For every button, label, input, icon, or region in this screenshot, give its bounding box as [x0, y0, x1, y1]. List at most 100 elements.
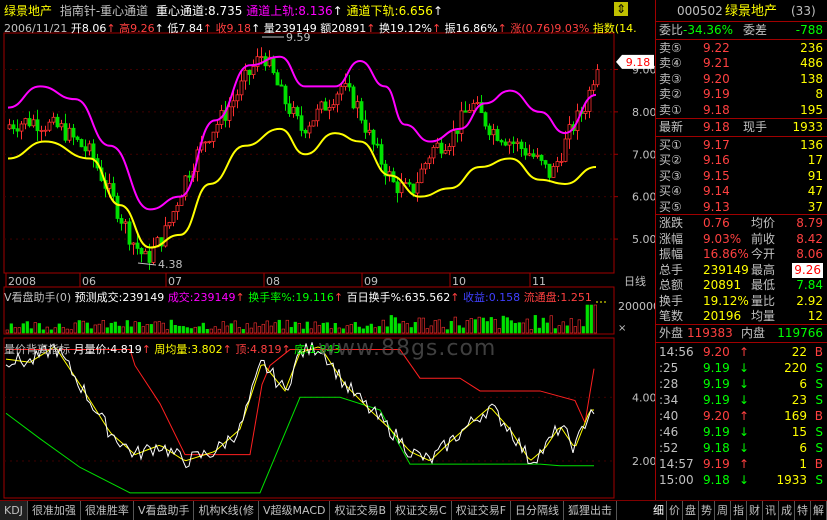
stat-label: 振幅: [659, 247, 684, 261]
tab-10[interactable]: 狐狸出击: [564, 501, 618, 520]
volume-bar: [121, 326, 125, 334]
volume-bar: [269, 325, 273, 334]
volume-bar: [589, 304, 593, 334]
tick-vol: 22: [791, 345, 807, 359]
indicator-weekly: 周均量:3.802: [154, 343, 223, 356]
volume-bar: [437, 319, 441, 334]
candle-body: [131, 242, 136, 245]
ask-vol: 8: [815, 87, 823, 102]
stat-value: 19.12%: [703, 293, 749, 308]
tab-4[interactable]: 机构K线(修: [194, 501, 259, 520]
volume-bar: [573, 326, 577, 334]
stat-label: 前收: [751, 231, 776, 246]
tick-side: B: [814, 409, 823, 423]
candle-body: [203, 141, 208, 144]
volume-bar: [97, 323, 101, 334]
tab-0[interactable]: KDJ: [0, 501, 28, 520]
candle-body: [471, 103, 476, 111]
scroll-icon[interactable]: ⇕: [614, 2, 628, 16]
tab-8[interactable]: 权证交易F: [452, 501, 512, 520]
tick-price: 9.19: [703, 361, 730, 375]
volume-bar: [441, 326, 445, 334]
trade-tick-row: :25 9.19 ↓ 220 S: [655, 361, 827, 376]
volume-hundred-day: 百日换手%:635.562: [346, 291, 451, 304]
right-tab-5[interactable]: 指: [731, 501, 747, 520]
tab-1[interactable]: 很准加强: [28, 501, 81, 520]
volume-bar: [521, 322, 525, 334]
ask-label: 卖②: [659, 87, 682, 102]
stat-value: 2.92: [796, 293, 823, 308]
tab-5[interactable]: V超级MACD: [259, 501, 331, 520]
volume-bar: [193, 326, 197, 334]
tick-arrow-icon: ↓: [739, 473, 750, 487]
volume-bar: [113, 321, 117, 334]
stat-label: 笔数: [659, 309, 684, 323]
candle-body: [275, 72, 280, 86]
right-tab-2[interactable]: 盘: [683, 501, 699, 520]
bid-row: 买① 9.17 136: [655, 138, 827, 153]
outer-value: 119383: [687, 326, 733, 340]
volume-bar: [557, 325, 561, 334]
tick-side: S: [815, 377, 823, 391]
volume-bar: [321, 322, 325, 334]
tab-6[interactable]: 权证交易B: [330, 501, 392, 520]
chart-area[interactable]: 9.008.007.006.005.009.594.389.182008 06 07…: [0, 0, 655, 500]
right-tab-0[interactable]: 细: [651, 501, 667, 520]
volume-bar: [29, 328, 33, 334]
current-price-label: 9.18: [626, 56, 651, 69]
candle-body: [591, 84, 596, 91]
candle-body: [271, 56, 276, 74]
tab-9[interactable]: 日分隔线: [511, 501, 565, 520]
indicator-panel-frame: [3, 337, 615, 499]
right-tab-3[interactable]: 势: [699, 501, 715, 520]
trade-tick-row: :40 9.20 ↑ 169 B: [655, 409, 827, 424]
candle-body: [523, 148, 528, 156]
stat-value: 9.26: [792, 262, 823, 278]
volume-bar: [377, 326, 381, 334]
right-tab-8[interactable]: 成: [779, 501, 795, 520]
tick-time: 14:56: [659, 345, 694, 359]
ask-label: 卖⑤: [659, 41, 682, 55]
volume-bar: [197, 326, 201, 334]
trade-tick-row: 14:57 9.19 ↑ 1 B: [655, 457, 827, 472]
right-tab-10[interactable]: 解: [811, 501, 827, 520]
right-tab-1[interactable]: 价: [667, 501, 683, 520]
candle-body: [395, 181, 400, 194]
bid-label: 买①: [659, 138, 682, 152]
candle-body: [167, 222, 172, 227]
volume-bar: [69, 329, 73, 334]
candle-body: [379, 144, 384, 165]
ask-vol: 236: [800, 41, 823, 55]
volume-bar: [249, 327, 253, 334]
volume-bar: [453, 316, 457, 334]
candle-body: [127, 221, 132, 245]
outer-inner-row: 外盘 119383 内盘 119766: [659, 326, 823, 340]
stat-label: 今开: [751, 247, 776, 261]
quote-amount: 额20891: [320, 22, 367, 35]
tick-vol: 23: [791, 393, 807, 407]
volume-bar: [465, 320, 469, 334]
volume-bar: [185, 327, 189, 334]
tick-price: 9.18: [703, 473, 730, 487]
tab-2[interactable]: 很准胜率: [81, 501, 134, 520]
right-tab-7[interactable]: 讯: [763, 501, 779, 520]
volume-bar: [469, 318, 473, 334]
stat-row: 总额 20891 最低 7.84: [655, 278, 827, 293]
tab-7[interactable]: 权证交易C: [391, 501, 452, 520]
upper-band: 通道上轨:8.136: [246, 4, 333, 18]
tab-3[interactable]: V看盘助手: [134, 501, 195, 520]
volume-bar: [517, 322, 521, 334]
candle-body: [55, 116, 60, 128]
right-tab-6[interactable]: 财: [747, 501, 763, 520]
candle-body: [15, 128, 20, 132]
right-tab-9[interactable]: 特: [795, 501, 811, 520]
volume-bar: [165, 329, 169, 334]
candle-body: [511, 141, 516, 144]
stock-name-right: 绿景地产: [725, 4, 778, 19]
candle-body: [287, 103, 292, 114]
candle-body: [107, 183, 112, 189]
volume-title: V看盘助手(0): [4, 291, 72, 304]
right-tab-4[interactable]: 周: [715, 501, 731, 520]
tick-time: 14:57: [659, 457, 694, 471]
trade-tick-row: :46 9.19 ↓ 15 S: [655, 425, 827, 440]
